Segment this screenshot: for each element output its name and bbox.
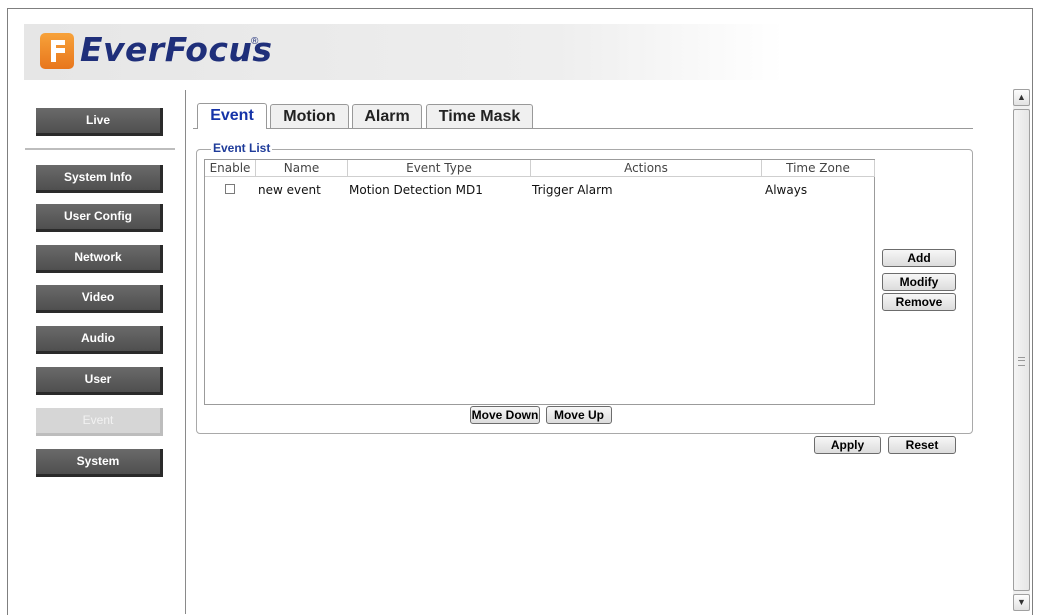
column-header-actions[interactable]: Actions xyxy=(531,160,762,177)
column-header-event-type[interactable]: Event Type xyxy=(348,160,531,177)
sidebar-item-user[interactable]: User xyxy=(36,367,163,395)
sidebar-divider xyxy=(25,148,175,150)
sidebar-item-user-config[interactable]: User Config xyxy=(36,204,163,232)
column-header-time-zone[interactable]: Time Zone xyxy=(762,160,875,177)
sidebar-item-system[interactable]: System xyxy=(36,449,163,477)
remove-button[interactable]: Remove xyxy=(882,293,956,311)
brand-name: EverFocus xyxy=(80,30,273,69)
sidebar-item-system-info[interactable]: System Info xyxy=(36,165,163,193)
move-down-button[interactable]: Move Down xyxy=(470,406,540,424)
sidebar-item-video[interactable]: Video xyxy=(36,285,163,313)
everfocus-logo-icon xyxy=(40,33,74,69)
event-time-zone-cell: Always xyxy=(765,183,808,197)
tab-event[interactable]: Event xyxy=(197,103,267,129)
event-list-table: Enable Name Event Type Actions Time Zone… xyxy=(204,159,875,405)
scrollbar-thumb[interactable] xyxy=(1013,109,1030,591)
sidebar-item-network[interactable]: Network xyxy=(36,245,163,273)
event-name-cell: new event xyxy=(258,183,321,197)
sidebar-item-audio[interactable]: Audio xyxy=(36,326,163,354)
registered-mark: ® xyxy=(251,36,259,47)
scrollbar-grip-icon xyxy=(1018,357,1025,366)
tab-bar-underline xyxy=(193,128,973,129)
chevron-down-icon[interactable]: ▼ xyxy=(1013,594,1030,611)
modify-button[interactable]: Modify xyxy=(882,273,956,291)
reset-button[interactable]: Reset xyxy=(888,436,956,454)
tab-time-mask[interactable]: Time Mask xyxy=(426,104,533,128)
sidebar-content-divider xyxy=(185,90,186,614)
event-type-cell: Motion Detection MD1 xyxy=(349,183,483,197)
column-header-enable[interactable]: Enable xyxy=(205,160,256,177)
sidebar-item-live[interactable]: Live xyxy=(36,108,163,136)
vertical-scrollbar[interactable]: ▲ ▼ xyxy=(1013,89,1030,611)
add-button[interactable]: Add xyxy=(882,249,956,267)
sidebar-item-event[interactable]: Event xyxy=(36,408,163,436)
column-header-name[interactable]: Name xyxy=(256,160,348,177)
enable-checkbox[interactable] xyxy=(225,184,235,194)
move-up-button[interactable]: Move Up xyxy=(546,406,612,424)
tab-motion[interactable]: Motion xyxy=(270,104,349,128)
tab-alarm[interactable]: Alarm xyxy=(352,104,422,128)
chevron-up-icon[interactable]: ▲ xyxy=(1013,89,1030,106)
event-list-legend: Event List xyxy=(211,141,273,155)
apply-button[interactable]: Apply xyxy=(814,436,881,454)
event-actions-cell: Trigger Alarm xyxy=(532,183,613,197)
